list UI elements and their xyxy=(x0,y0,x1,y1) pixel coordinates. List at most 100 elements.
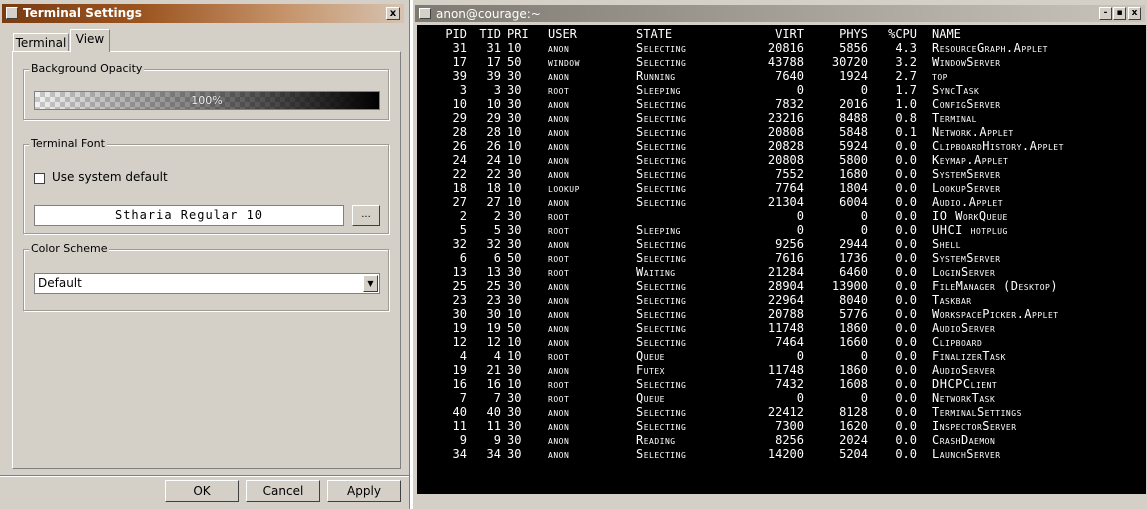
cell-pri: 10 xyxy=(507,41,522,55)
cell-name: Audio.Applet xyxy=(932,195,1004,209)
table-row: 19 21 30 anon Futex 11748 1860 0.0 AudioServer xyxy=(417,363,1146,377)
cell-cpu: 0.0 xyxy=(895,139,917,153)
tab-terminal[interactable]: Terminal xyxy=(13,33,69,51)
table-row: 39 39 30 anon Running 7640 1924 2.7 top xyxy=(417,69,1146,83)
apply-button[interactable]: Apply xyxy=(327,480,401,502)
table-row: 29 29 30 anon Selecting 23216 8488 0.8 Terminal xyxy=(417,111,1146,125)
cell-user: window xyxy=(548,55,580,69)
cell-state: Selecting xyxy=(636,237,687,251)
color-scheme-select[interactable]: Default ▼ xyxy=(34,273,380,294)
cell-pid: 40 xyxy=(452,405,467,419)
cell-state: Selecting xyxy=(636,167,687,181)
cell-phys: 1804 xyxy=(839,181,868,195)
table-row: 30 30 10 anon Selecting 20788 5776 0.0 Workspace… xyxy=(417,307,1146,321)
view-tab-panel: Background Opacity 100% Terminal Font Us… xyxy=(12,51,401,469)
cell-name: WindowServer xyxy=(932,55,1001,69)
cell-cpu: 0.0 xyxy=(895,209,917,223)
cell-tid: 25 xyxy=(486,279,501,293)
cell-pid: 5 xyxy=(459,223,467,237)
header-virt: VIRT xyxy=(775,27,804,41)
minimize-button[interactable]: - xyxy=(1099,7,1112,20)
cell-tid: 32 xyxy=(486,237,501,251)
cell-pri: 30 xyxy=(507,405,522,419)
cell-phys: 8488 xyxy=(839,111,868,125)
cell-virt: 20828 xyxy=(767,139,804,153)
terminal-screen[interactable]: PID TID PRI USER STATE VIRT PHYS %CPU NA… xyxy=(417,25,1146,494)
cell-pri: 30 xyxy=(507,279,522,293)
cell-name: SyncTask xyxy=(932,83,980,97)
cell-virt: 7616 xyxy=(775,251,804,265)
cell-cpu: 0.0 xyxy=(895,251,917,265)
cell-user: anon xyxy=(548,41,570,55)
settings-titlebar[interactable]: Terminal Settings x xyxy=(2,4,404,23)
cell-name: AudioServer xyxy=(932,321,996,335)
cell-phys: 30720 xyxy=(831,55,868,69)
background-opacity-slider[interactable]: 100% xyxy=(34,91,380,110)
cell-tid: 19 xyxy=(486,321,501,335)
cell-name: top xyxy=(932,69,948,83)
cell-user: anon xyxy=(548,293,570,307)
cancel-button[interactable]: Cancel xyxy=(246,480,320,502)
cell-user: root xyxy=(548,209,570,223)
cell-phys: 0 xyxy=(860,209,868,223)
cell-pid: 24 xyxy=(452,153,467,167)
cell-phys: 1924 xyxy=(839,69,868,83)
cell-pri: 10 xyxy=(507,195,522,209)
cell-user: anon xyxy=(548,447,570,461)
cell-tid: 2 xyxy=(493,209,501,223)
table-row: 31 31 10 anon Selecting 20816 5856 4.3 ResourceG… xyxy=(417,41,1146,55)
cell-cpu: 0.1 xyxy=(895,125,917,139)
terminal-window: anon@courage:~ - ▪ x PID TID PRI USER ST… xyxy=(413,0,1147,509)
cell-pid: 34 xyxy=(452,447,467,461)
ok-button[interactable]: OK xyxy=(165,480,239,502)
header-tid: TID xyxy=(479,27,501,41)
cell-pid: 27 xyxy=(452,195,467,209)
cell-pri: 10 xyxy=(507,377,522,391)
table-row: 40 40 30 anon Selecting 22412 8128 0.0 TerminalS… xyxy=(417,405,1146,419)
cell-cpu: 0.8 xyxy=(895,111,917,125)
cell-pid: 11 xyxy=(452,419,467,433)
table-row: 18 18 10 lookup Selecting 7764 1804 0.0 LookupSe… xyxy=(417,181,1146,195)
cell-cpu: 0.0 xyxy=(895,237,917,251)
settings-close-button[interactable]: x xyxy=(386,7,400,20)
cell-tid: 13 xyxy=(486,265,501,279)
cell-state: Sleeping xyxy=(636,223,681,237)
cell-pri: 10 xyxy=(507,153,522,167)
table-row: 27 27 10 anon Selecting 21304 6004 0.0 Audio.App… xyxy=(417,195,1146,209)
browse-font-button[interactable]: ... xyxy=(352,205,380,226)
use-system-default-label[interactable]: Use system default xyxy=(52,170,168,184)
cell-phys: 8040 xyxy=(839,293,868,307)
cell-phys: 0 xyxy=(860,83,868,97)
cell-user: anon xyxy=(548,153,570,167)
cell-tid: 9 xyxy=(493,433,501,447)
terminal-close-button[interactable]: x xyxy=(1128,7,1141,20)
terminal-icon[interactable] xyxy=(419,8,431,19)
cell-virt: 7832 xyxy=(775,97,804,111)
cell-user: anon xyxy=(548,279,570,293)
cell-phys: 5924 xyxy=(839,139,868,153)
cell-virt: 11748 xyxy=(767,363,804,377)
tab-view[interactable]: View xyxy=(70,29,110,52)
cell-virt: 11748 xyxy=(767,321,804,335)
table-row: 17 17 50 window Selecting 43788 30720 3.2 Window… xyxy=(417,55,1146,69)
maximize-button[interactable]: ▪ xyxy=(1113,7,1126,20)
chevron-down-icon[interactable]: ▼ xyxy=(363,275,378,292)
cell-pid: 2 xyxy=(459,209,467,223)
cell-user: anon xyxy=(548,69,570,83)
cell-pri: 30 xyxy=(507,265,522,279)
cell-pid: 39 xyxy=(452,69,467,83)
table-row: 32 32 30 anon Selecting 9256 2944 0.0 Shell xyxy=(417,237,1146,251)
cell-name: Terminal xyxy=(932,111,977,125)
cell-tid: 40 xyxy=(486,405,501,419)
cell-virt: 0 xyxy=(796,209,804,223)
table-row: 16 16 10 root Selecting 7432 1608 0.0 DHCPClient xyxy=(417,377,1146,391)
cell-phys: 1860 xyxy=(839,321,868,335)
header-state: STATE xyxy=(636,27,673,41)
terminal-titlebar[interactable]: anon@courage:~ - ▪ x xyxy=(415,5,1145,22)
cell-state: Selecting xyxy=(636,377,687,391)
window-menu-icon[interactable] xyxy=(6,7,18,19)
cell-name: ClipboardHistory.Applet xyxy=(932,139,1064,153)
cell-virt: 21284 xyxy=(767,265,804,279)
font-name-field[interactable]: Stharia Regular 10 xyxy=(34,205,344,226)
use-system-default-checkbox[interactable] xyxy=(34,173,45,184)
